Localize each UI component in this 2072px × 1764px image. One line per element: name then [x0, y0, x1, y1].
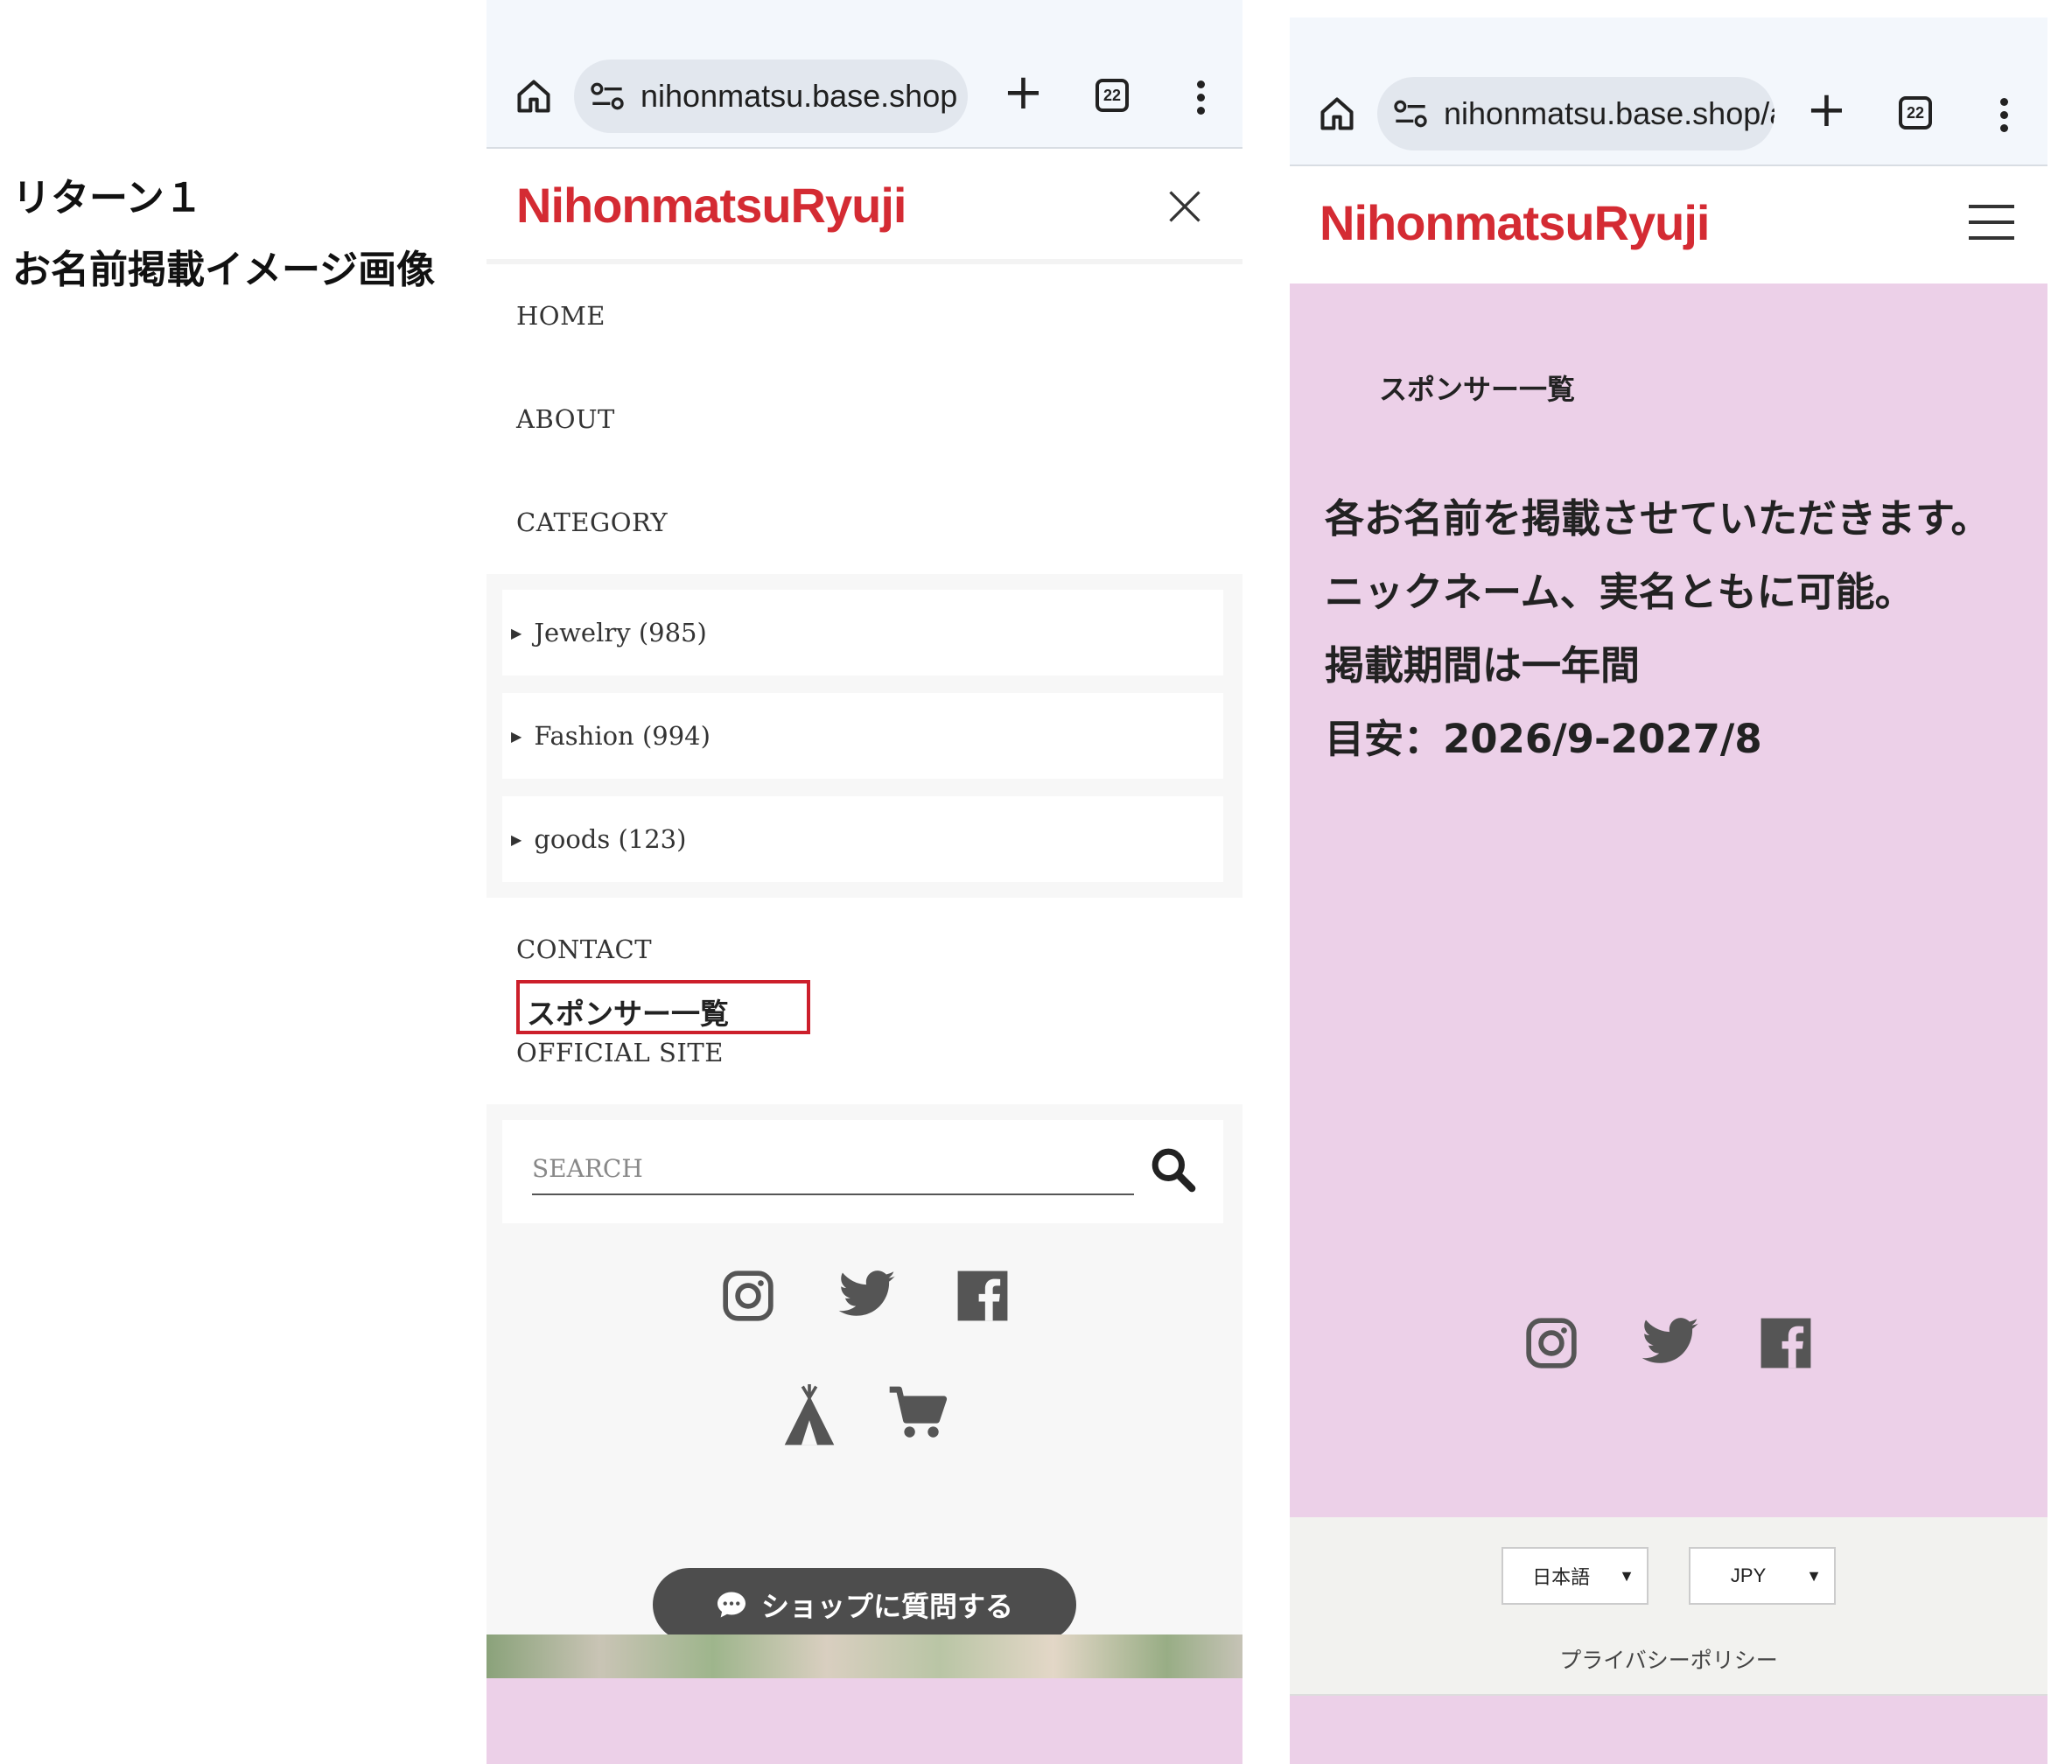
instagram-icon[interactable] [721, 1269, 775, 1323]
tab-switcher-button[interactable]: 22 [1899, 96, 1932, 130]
category-item-goods[interactable]: ▶ goods (123) [502, 796, 1223, 882]
url-text[interactable]: nihonmatsu.base.shop/a [1444, 95, 1774, 132]
browser-toolbar: nihonmatsu.base.shop + 22 [486, 0, 1242, 149]
tab-switcher-button[interactable]: 22 [1096, 79, 1129, 112]
twitter-icon[interactable] [836, 1269, 898, 1323]
menu-category[interactable]: CATEGORY [516, 508, 668, 537]
home-icon[interactable] [1318, 94, 1356, 133]
cart-icon[interactable] [887, 1384, 948, 1442]
language-value: 日本語 [1532, 1566, 1591, 1588]
new-tab-icon[interactable]: + [1806, 86, 1847, 135]
category-label: Fashion (994) [534, 721, 710, 751]
search-input[interactable] [532, 1143, 1134, 1195]
site-logo[interactable]: NihonmatsuRyuji [1320, 194, 1710, 251]
chat-bubble-icon [717, 1592, 746, 1618]
menu-official-site[interactable]: OFFICIAL SITE [516, 1038, 724, 1068]
dropdown-arrow-icon: ▼ [1806, 1566, 1822, 1585]
more-menu-icon[interactable] [2000, 98, 2009, 137]
privacy-policy-link[interactable]: プライバシーポリシー [1290, 1643, 2048, 1675]
browser-toolbar: nihonmatsu.base.shop/a + 22 [1290, 18, 2048, 166]
description-line-2: ニックネーム、実名ともに可能。 [1325, 569, 1914, 615]
currency-select[interactable]: JPY ▼ [1689, 1547, 1836, 1605]
new-tab-icon[interactable]: + [1003, 68, 1044, 117]
expand-triangle-icon: ▶ [511, 624, 522, 641]
header-divider [486, 259, 1242, 264]
pink-background [1290, 1696, 2048, 1764]
instagram-icon[interactable] [1524, 1316, 1578, 1370]
category-label: goods (123) [534, 824, 687, 854]
description-line-1: 各お名前を掲載させていただきます。 [1325, 495, 1991, 542]
twitter-icon[interactable] [1640, 1316, 1701, 1370]
currency-value: JPY [1730, 1564, 1767, 1586]
tent-icon[interactable] [782, 1384, 836, 1447]
category-item-jewelry[interactable]: ▶ Jewelry (985) [502, 590, 1223, 676]
tab-count: 22 [1102, 86, 1122, 104]
background-photo [486, 1634, 1242, 1678]
language-select[interactable]: 日本語 ▼ [1502, 1547, 1648, 1605]
right-phone-screenshot: nihonmatsu.base.shop/a + 22 NihonmatsuRy… [1290, 18, 2048, 1764]
expand-triangle-icon: ▶ [511, 727, 522, 745]
site-logo[interactable]: NihonmatsuRyuji [516, 177, 906, 234]
site-settings-icon[interactable] [590, 80, 625, 112]
search-box [502, 1120, 1223, 1223]
caption-return-title: リターン１ [12, 176, 203, 220]
site-footer: 日本語 ▼ JPY ▼ プライバシーポリシー [1290, 1517, 2048, 1696]
search-icon[interactable] [1148, 1144, 1197, 1194]
caption-name-listing: お名前掲載イメージ画像 [12, 248, 436, 292]
page-title: スポンサー一覧 [1379, 373, 1576, 406]
more-menu-icon[interactable] [1197, 80, 1206, 120]
description-line-3: 掲載期間は一年間 [1325, 642, 1641, 689]
left-phone-screenshot: nihonmatsu.base.shop + 22 NihonmatsuRyuj… [486, 0, 1242, 1764]
description-line-4: 目安：2026/9-2027/8 [1325, 716, 1762, 762]
pink-background [486, 1678, 1242, 1764]
close-icon[interactable] [1166, 187, 1204, 226]
address-bar[interactable]: nihonmatsu.base.shop [574, 60, 968, 133]
tab-count: 22 [1906, 103, 1925, 122]
facebook-icon[interactable] [1759, 1316, 1813, 1370]
menu-contact[interactable]: CONTACT [516, 934, 652, 964]
ask-shop-button[interactable]: ショップに質問する [653, 1568, 1076, 1642]
menu-home[interactable]: HOME [516, 301, 606, 331]
dropdown-arrow-icon: ▼ [1619, 1566, 1634, 1585]
category-item-fashion[interactable]: ▶ Fashion (994) [502, 693, 1223, 779]
menu-sponsor-list[interactable]: スポンサー一覧 [527, 990, 729, 1032]
url-text[interactable]: nihonmatsu.base.shop [640, 78, 957, 115]
home-icon[interactable] [514, 77, 553, 116]
search-social-panel: ショップに質問する [486, 1104, 1242, 1764]
address-bar[interactable]: nihonmatsu.base.shop/a [1377, 77, 1774, 150]
category-label: Jewelry (985) [534, 618, 707, 648]
menu-about[interactable]: ABOUT [516, 404, 615, 434]
site-settings-icon[interactable] [1393, 98, 1428, 130]
expand-triangle-icon: ▶ [511, 830, 522, 848]
ask-shop-label: ショップに質問する [760, 1590, 1013, 1623]
facebook-icon[interactable] [956, 1269, 1010, 1323]
category-panel: ▶ Jewelry (985) ▶ Fashion (994) ▶ goods (12… [486, 574, 1242, 898]
hamburger-menu-icon[interactable] [1967, 200, 2016, 245]
content-area: スポンサー一覧 各お名前を掲載させていただきます。 ニックネーム、実名ともに可能… [1290, 284, 2048, 1517]
